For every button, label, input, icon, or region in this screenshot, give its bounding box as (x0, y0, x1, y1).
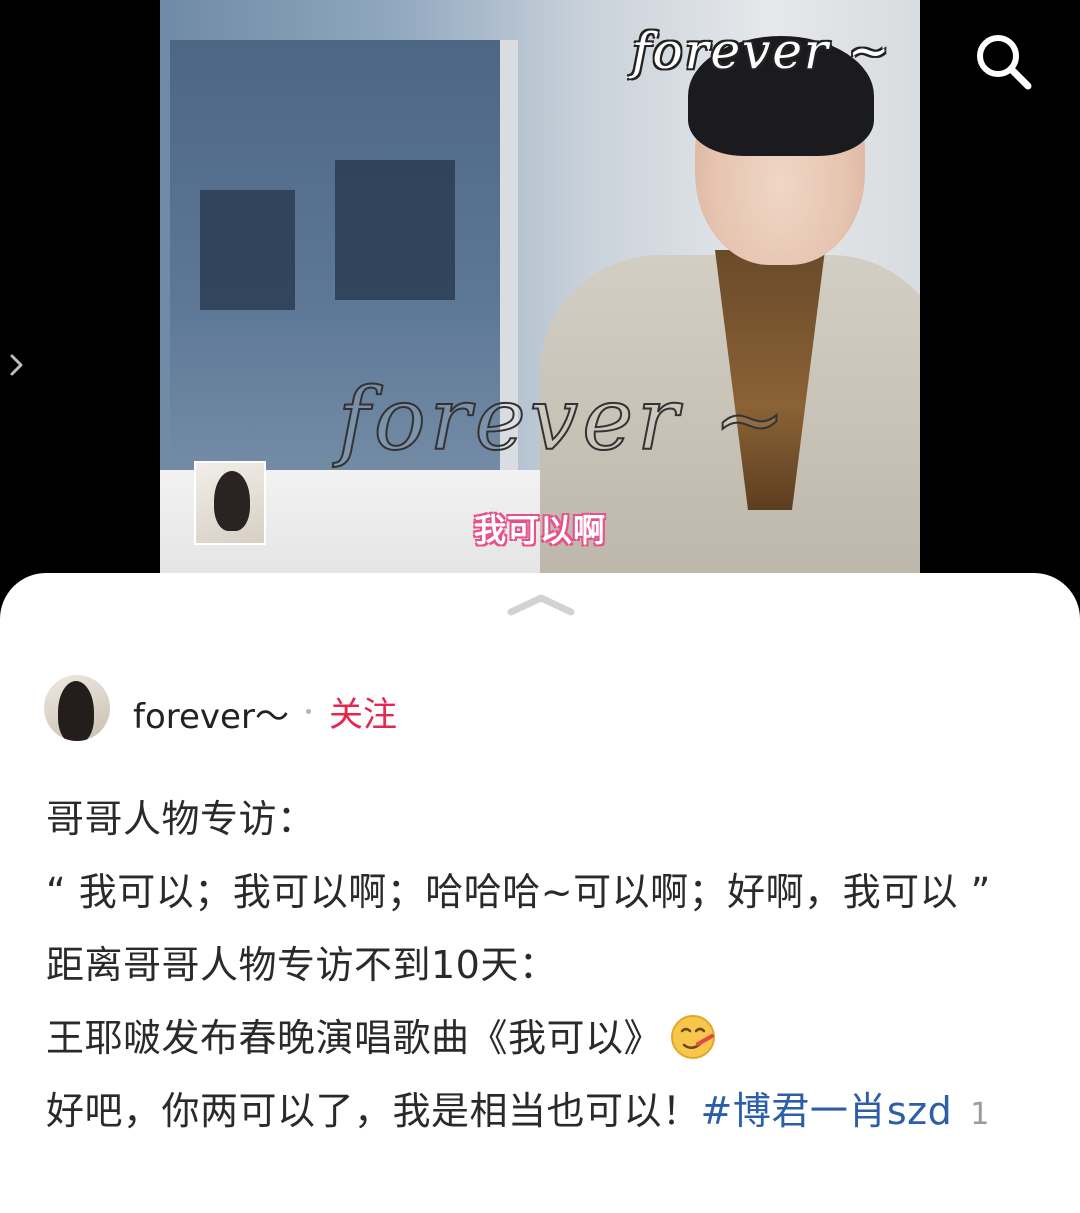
watermark-avatar (194, 461, 266, 545)
watermark-top: forever ~ (632, 22, 892, 80)
window-pane (335, 160, 455, 300)
post-detail-sheet: forever～ 关注 哥哥人物专访： “ 我可以；我可以啊；哈哈哈~可以啊；好… (0, 573, 1080, 1213)
post-line-text: 距离哥哥人物专访不到10天： (46, 943, 558, 987)
video-player[interactable]: forever ~ forever ~ 我可以啊 (0, 0, 1080, 600)
chevron-up-icon (507, 594, 575, 616)
author-row: forever～ 关注 (44, 675, 1044, 745)
video-frame[interactable] (160, 0, 920, 575)
side-nav-button[interactable] (6, 350, 28, 380)
hashtag-link[interactable]: #博君一肖szd (701, 1089, 953, 1133)
trailing-count: 1 (970, 1097, 990, 1132)
post-line: 好吧，你两可以了，我是相当也可以！#博君一肖szd 1 (46, 1075, 1006, 1151)
search-icon (977, 35, 1032, 90)
window-pane (200, 190, 295, 310)
watermark-center: forever ~ (337, 369, 790, 471)
post-line: “ 我可以；我可以啊；哈哈哈~可以啊；好啊，我可以 ” (46, 870, 991, 914)
post-line-text: 王耶啵发布春晚演唱歌曲《我可以》 (46, 1016, 663, 1060)
author-name[interactable]: forever～ (133, 689, 289, 738)
sheet-handle[interactable] (505, 590, 577, 618)
separator-dot (306, 709, 311, 714)
post-body: 哥哥人物专访： “ 我可以；我可以啊；哈哈哈~可以啊；好啊，我可以 ” 距离哥哥… (46, 783, 1006, 1151)
post-line-text: 好吧，你两可以了，我是相当也可以！ (46, 1089, 701, 1133)
search-button[interactable] (970, 28, 1036, 94)
sick-face-emoji-icon (671, 1014, 716, 1059)
post-line: 王耶啵发布春晚演唱歌曲《我可以》 (46, 1002, 1006, 1075)
avatar[interactable] (44, 675, 110, 741)
chevron-right-icon (10, 354, 23, 376)
follow-button[interactable]: 关注 (329, 687, 397, 736)
post-line: 距离哥哥人物专访不到10天： (46, 929, 1006, 1002)
post-line: 哥哥人物专访： (46, 797, 316, 841)
video-subtitle: 我可以啊 (474, 511, 607, 549)
